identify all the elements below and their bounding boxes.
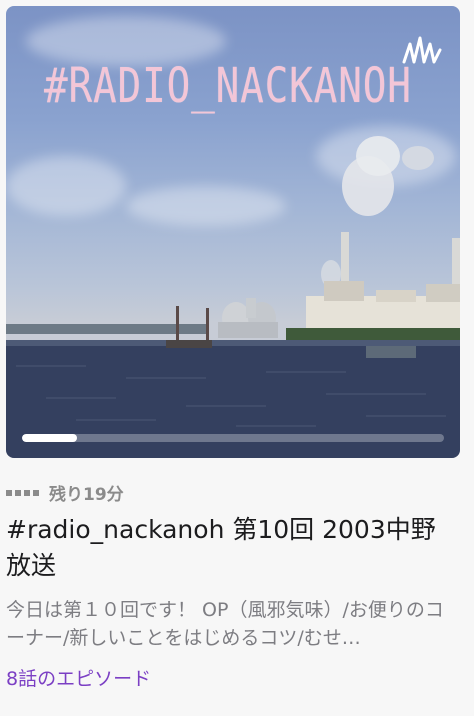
episode-meta: 残り19分: [6, 480, 124, 505]
episodes-link[interactable]: 8話のエピソード: [6, 664, 151, 691]
playback-progress-bar[interactable]: [22, 434, 444, 442]
artwork-scene: [6, 136, 460, 458]
episode-title[interactable]: #radio_nackanoh 第10回 2003中野放送: [6, 512, 456, 584]
episode-description: 今日は第１０回です！ OP（風邪気味）/お便りのコーナー/新しいことをはじめるコ…: [6, 599, 444, 649]
time-remaining: 残り19分: [49, 485, 124, 505]
playback-progress-fill: [22, 434, 77, 442]
partially-played-icon: [6, 489, 39, 496]
episode-artwork[interactable]: #RADIO_NACKANOH: [6, 6, 460, 458]
